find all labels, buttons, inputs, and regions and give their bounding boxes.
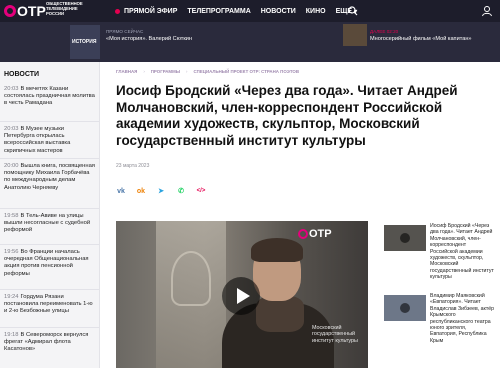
nav-tv-program-label: ТЕЛЕПРОГРАММА [187, 7, 251, 15]
news-sidebar: НОВОСТИ 20:03 В мечетях Казани состоялась… [0, 62, 100, 368]
next-program[interactable]: Далее 02:20 Многосерийный фильм «Мой кап… [370, 29, 500, 42]
news-item[interactable]: 20:03 В мечетях Казани состоялась праздни… [0, 86, 99, 122]
video-caption: Московский государственный институт куль… [312, 325, 358, 344]
nav-cinema-label: КИНО [305, 7, 326, 15]
embed-icon[interactable]: </> [196, 186, 206, 196]
news-item[interactable]: 20:03 В Музее музыки Петербурга открылась… [0, 122, 99, 159]
next-program-thumbnail[interactable] [343, 24, 367, 46]
user-icon[interactable] [481, 5, 493, 17]
video-logo-text: ОТР [309, 228, 332, 240]
play-button[interactable] [222, 277, 260, 315]
play-icon [400, 233, 410, 243]
logo-ring-icon [298, 229, 308, 239]
now-playing-thumbnail-text: ИСТОРИЯ [72, 39, 97, 45]
breadcrumb-separator-icon: › [143, 69, 145, 74]
now-playing-thumbnail[interactable]: ИСТОРИЯ [70, 25, 100, 59]
speaker-scarf [256, 296, 304, 332]
now-playing-title: «Моя история». Валерий Сюткин [106, 36, 193, 42]
related-video-card[interactable]: Иосиф Бродский «Через два года». Читает … [384, 223, 496, 293]
breadcrumb: ГЛАВНАЯ › ПРОГРАММЫ › СПЕЦИАЛЬНЫЙ ПРОЕКТ… [116, 69, 305, 74]
related-video-title[interactable]: Владимир Маяковский «Евпатория». Читает … [430, 293, 494, 344]
logo-subtitle: ОБЩЕСТВЕННОЕ ТЕЛЕВИДЕНИЕ РОССИИ [46, 1, 83, 16]
breadcrumb-project[interactable]: СПЕЦИАЛЬНЫЙ ПРОЕКТ ОТР: СТРАНА ПОЭТОВ [194, 69, 300, 74]
telegram-icon[interactable]: ➤ [156, 186, 166, 196]
play-icon [400, 303, 410, 313]
nav-live-label: ПРЯМОЙ ЭФИР [124, 7, 178, 15]
news-time: 20:03 [4, 126, 19, 132]
news-item[interactable]: 19:18 В Североморск вернулся фрегат «Адми… [0, 328, 99, 358]
nav-news-label: НОВОСТИ [260, 7, 296, 15]
related-videos: Иосиф Бродский «Через два года». Читает … [384, 223, 496, 363]
main-nav: ПРЯМОЙ ЭФИР ТЕЛЕПРОГРАММА НОВОСТИ КИНО Е… [115, 0, 367, 22]
nav-cinema[interactable]: КИНО [306, 8, 326, 15]
article-title: Иосиф Бродский «Через два года». Читает … [116, 83, 458, 148]
top-navigation-bar: ОТР ОБЩЕСТВЕННОЕ ТЕЛЕВИДЕНИЕ РОССИИ ПРЯМ… [0, 0, 500, 22]
wall-emblem [171, 251, 211, 306]
news-item[interactable]: 19:58 В Тель-Авиве на улицы вышли несогла… [0, 209, 99, 245]
now-playing[interactable]: Прямо сейчас «Моя история». Валерий Сютк… [106, 29, 276, 42]
nav-live[interactable]: ПРЯМОЙ ЭФИР [115, 8, 177, 15]
related-video-card[interactable]: Владимир Маяковский «Евпатория». Читает … [384, 293, 496, 363]
related-video-thumbnail[interactable] [384, 295, 426, 321]
search-icon[interactable] [348, 6, 358, 16]
news-time: 20:03 [4, 86, 19, 92]
play-icon [236, 288, 250, 304]
related-video-title[interactable]: Иосиф Бродский «Через два года». Читает … [430, 223, 494, 281]
share-buttons: vk ok ➤ ✆ </> [116, 186, 216, 196]
speaker-hair [251, 238, 303, 262]
related-video-thumbnail[interactable] [384, 225, 426, 251]
next-program-time: Далее 02:20 [370, 29, 399, 34]
news-time: 19:18 [4, 332, 19, 338]
news-time: 19:24 [4, 294, 19, 300]
news-time: 19:58 [4, 213, 19, 219]
breadcrumb-separator-icon: › [186, 69, 188, 74]
breadcrumb-programs[interactable]: ПРОГРАММЫ [151, 69, 180, 74]
now-playing-label: Прямо сейчас [106, 29, 144, 34]
video-player[interactable]: ОТР Московский государственный институт … [116, 221, 368, 368]
live-dot-icon [115, 8, 120, 14]
news-item[interactable]: 19:24 Гордума Рязани постановила переимен… [0, 290, 99, 328]
next-program-title: Многосерийный фильм «Мой капитан» [370, 36, 472, 42]
whatsapp-icon[interactable]: ✆ [176, 186, 186, 196]
breadcrumb-home[interactable]: ГЛАВНАЯ [116, 69, 137, 74]
vk-icon[interactable]: vk [116, 186, 126, 196]
logo-ring-icon [4, 5, 16, 17]
odnoklassniki-icon[interactable]: ok [136, 186, 146, 196]
news-item[interactable]: 20:00 Вышла книга, посвященная помощнику … [0, 159, 99, 209]
nav-tv-program[interactable]: ТЕЛЕПРОГРАММА [187, 8, 250, 15]
article-date: 23 марта 2023 [116, 163, 150, 169]
news-heading: НОВОСТИ [4, 71, 40, 78]
news-time: 19:56 [4, 249, 19, 255]
news-time: 20:00 [4, 163, 19, 169]
nav-news[interactable]: НОВОСТИ [261, 8, 296, 15]
logo-text: ОТР [17, 3, 46, 19]
otr-logo[interactable]: ОТР [4, 2, 46, 20]
news-item[interactable]: 19:56 Во Франции началась очередная Общен… [0, 245, 99, 290]
video-watermark-logo: ОТР [298, 228, 332, 240]
